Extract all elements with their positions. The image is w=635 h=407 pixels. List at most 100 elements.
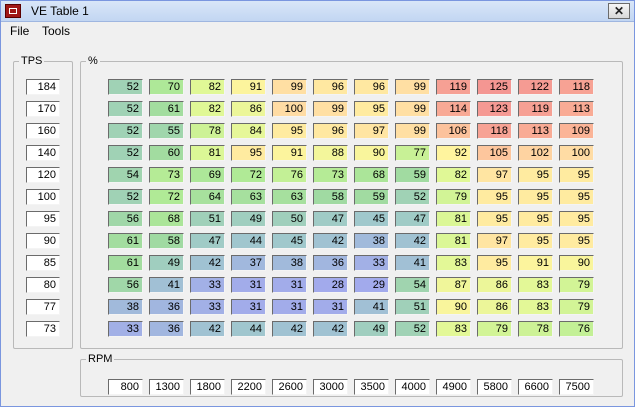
- ve-cell[interactable]: 56: [108, 211, 143, 227]
- ve-cell[interactable]: 118: [559, 79, 594, 95]
- ve-cell[interactable]: 31: [231, 277, 266, 293]
- ve-cell[interactable]: 61: [108, 255, 143, 271]
- ve-cell[interactable]: 59: [395, 167, 430, 183]
- ve-cell[interactable]: 99: [313, 101, 348, 117]
- tps-cell[interactable]: 77: [26, 299, 60, 315]
- ve-cell[interactable]: 78: [518, 321, 553, 337]
- ve-cell[interactable]: 61: [108, 233, 143, 249]
- title-bar[interactable]: VE Table 1 ✕: [1, 1, 634, 22]
- ve-cell[interactable]: 95: [559, 167, 594, 183]
- ve-cell[interactable]: 82: [190, 101, 225, 117]
- tps-cell[interactable]: 85: [26, 255, 60, 271]
- ve-cell[interactable]: 95: [559, 189, 594, 205]
- ve-cell[interactable]: 95: [272, 123, 307, 139]
- ve-cell[interactable]: 45: [272, 233, 307, 249]
- rpm-cell[interactable]: 1800: [190, 379, 225, 395]
- ve-cell[interactable]: 72: [231, 167, 266, 183]
- tps-cell[interactable]: 100: [26, 189, 60, 205]
- ve-cell[interactable]: 42: [190, 255, 225, 271]
- ve-cell[interactable]: 28: [313, 277, 348, 293]
- ve-cell[interactable]: 41: [395, 255, 430, 271]
- ve-cell[interactable]: 38: [108, 299, 143, 315]
- ve-cell[interactable]: 44: [231, 321, 266, 337]
- ve-cell[interactable]: 86: [231, 101, 266, 117]
- ve-cell[interactable]: 45: [354, 211, 389, 227]
- ve-cell[interactable]: 42: [190, 321, 225, 337]
- rpm-cell[interactable]: 6600: [518, 379, 553, 395]
- ve-cell[interactable]: 52: [108, 189, 143, 205]
- ve-cell[interactable]: 86: [477, 277, 512, 293]
- ve-cell[interactable]: 76: [272, 167, 307, 183]
- rpm-cell[interactable]: 4000: [395, 379, 430, 395]
- ve-cell[interactable]: 31: [231, 299, 266, 315]
- ve-cell[interactable]: 96: [313, 123, 348, 139]
- ve-cell[interactable]: 113: [518, 123, 553, 139]
- ve-cell[interactable]: 33: [190, 299, 225, 315]
- ve-cell[interactable]: 105: [477, 145, 512, 161]
- rpm-cell[interactable]: 4900: [436, 379, 471, 395]
- ve-cell[interactable]: 33: [354, 255, 389, 271]
- ve-cell[interactable]: 95: [559, 211, 594, 227]
- ve-cell[interactable]: 49: [149, 255, 184, 271]
- ve-cell[interactable]: 114: [436, 101, 471, 117]
- tps-cell[interactable]: 73: [26, 321, 60, 337]
- ve-cell[interactable]: 84: [231, 123, 266, 139]
- ve-cell[interactable]: 81: [436, 233, 471, 249]
- ve-cell[interactable]: 90: [436, 299, 471, 315]
- ve-cell[interactable]: 79: [559, 299, 594, 315]
- ve-cell[interactable]: 41: [354, 299, 389, 315]
- ve-cell[interactable]: 38: [272, 255, 307, 271]
- ve-cell[interactable]: 92: [436, 145, 471, 161]
- ve-cell[interactable]: 83: [518, 277, 553, 293]
- ve-cell[interactable]: 122: [518, 79, 553, 95]
- ve-cell[interactable]: 97: [354, 123, 389, 139]
- ve-cell[interactable]: 52: [108, 123, 143, 139]
- ve-cell[interactable]: 61: [149, 101, 184, 117]
- ve-cell[interactable]: 47: [313, 211, 348, 227]
- ve-cell[interactable]: 119: [436, 79, 471, 95]
- ve-cell[interactable]: 91: [231, 79, 266, 95]
- ve-cell[interactable]: 123: [477, 101, 512, 117]
- ve-cell[interactable]: 95: [354, 101, 389, 117]
- ve-cell[interactable]: 64: [190, 189, 225, 205]
- ve-cell[interactable]: 36: [313, 255, 348, 271]
- ve-cell[interactable]: 63: [231, 189, 266, 205]
- ve-cell[interactable]: 52: [395, 189, 430, 205]
- ve-cell[interactable]: 59: [354, 189, 389, 205]
- ve-cell[interactable]: 96: [313, 79, 348, 95]
- ve-cell[interactable]: 70: [149, 79, 184, 95]
- ve-cell[interactable]: 52: [108, 145, 143, 161]
- ve-cell[interactable]: 95: [477, 255, 512, 271]
- ve-cell[interactable]: 36: [149, 321, 184, 337]
- tps-cell[interactable]: 170: [26, 101, 60, 117]
- ve-cell[interactable]: 29: [354, 277, 389, 293]
- ve-cell[interactable]: 58: [313, 189, 348, 205]
- ve-cell[interactable]: 95: [477, 211, 512, 227]
- ve-cell[interactable]: 52: [108, 79, 143, 95]
- tps-cell[interactable]: 80: [26, 277, 60, 293]
- ve-cell[interactable]: 95: [559, 233, 594, 249]
- ve-cell[interactable]: 76: [559, 321, 594, 337]
- ve-cell[interactable]: 79: [559, 277, 594, 293]
- ve-cell[interactable]: 119: [518, 101, 553, 117]
- ve-cell[interactable]: 102: [518, 145, 553, 161]
- ve-cell[interactable]: 99: [395, 79, 430, 95]
- ve-cell[interactable]: 95: [477, 189, 512, 205]
- ve-cell[interactable]: 31: [313, 299, 348, 315]
- menu-tools[interactable]: Tools: [42, 24, 70, 38]
- tps-cell[interactable]: 120: [26, 167, 60, 183]
- ve-cell[interactable]: 91: [518, 255, 553, 271]
- rpm-cell[interactable]: 2200: [231, 379, 266, 395]
- ve-cell[interactable]: 54: [108, 167, 143, 183]
- ve-cell[interactable]: 87: [436, 277, 471, 293]
- ve-cell[interactable]: 95: [231, 145, 266, 161]
- ve-cell[interactable]: 56: [108, 277, 143, 293]
- ve-cell[interactable]: 95: [518, 211, 553, 227]
- ve-cell[interactable]: 79: [477, 321, 512, 337]
- ve-cell[interactable]: 86: [477, 299, 512, 315]
- ve-cell[interactable]: 42: [395, 233, 430, 249]
- ve-cell[interactable]: 82: [436, 167, 471, 183]
- ve-cell[interactable]: 36: [149, 299, 184, 315]
- ve-cell[interactable]: 37: [231, 255, 266, 271]
- ve-cell[interactable]: 88: [313, 145, 348, 161]
